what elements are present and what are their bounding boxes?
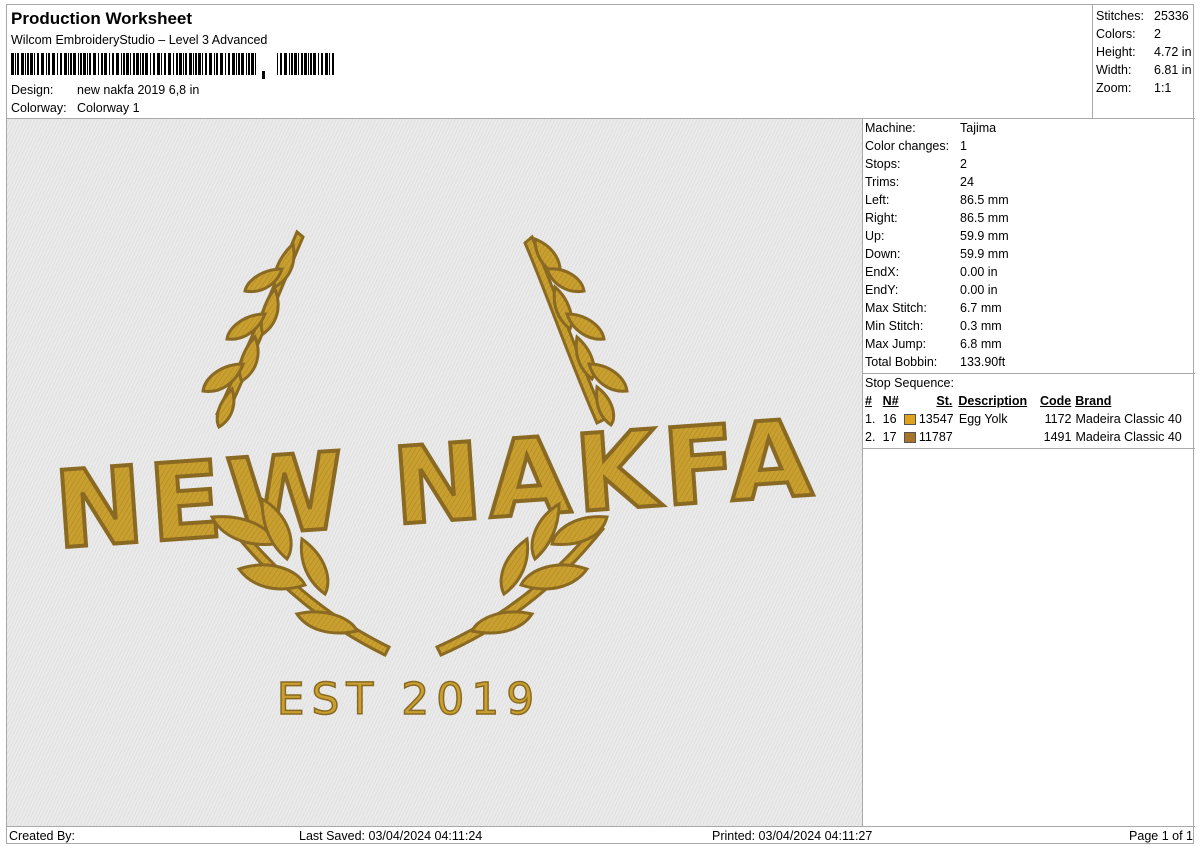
laurel-upper-right <box>523 234 629 428</box>
info-label: Color changes: <box>865 139 950 153</box>
info-label: Max Jump: <box>865 337 927 351</box>
stat-width: Width: 6.81 in <box>1096 63 1192 77</box>
info-value: 24 <box>960 175 974 189</box>
embroidery-design: NEW NAKFA EST 2019 <box>49 229 824 726</box>
stop-row: 2. 17 11787 1491 Madeira Classic 40 <box>865 430 1182 444</box>
sub-text: EST 2019 <box>277 674 542 725</box>
info-value: 1 <box>960 139 967 153</box>
last-saved: Last Saved: 03/04/2024 04:11:24 <box>299 829 483 843</box>
info-row: Trims: 24 <box>863 173 1195 191</box>
info-row: Max Stitch: 6.7 mm <box>863 299 1195 317</box>
info-value: 0.00 in <box>960 283 998 297</box>
info-value: 6.7 mm <box>960 301 1002 315</box>
info-label: Down: <box>865 247 901 261</box>
info-row: EndY: 0.00 in <box>863 281 1195 299</box>
laurel-upper-left <box>201 229 305 430</box>
info-row: Max Jump: 6.8 mm <box>863 335 1195 353</box>
stop-sequence-divider <box>863 448 1195 449</box>
info-row: Total Bobbin: 133.90ft <box>863 353 1195 371</box>
info-value: 6.8 mm <box>960 337 1002 351</box>
info-row: EndX: 0.00 in <box>863 263 1195 281</box>
info-label: Machine: <box>865 121 916 135</box>
stats-panel: Stitches: 25336 Colors: 2 Height: 4.72 in W… <box>1092 5 1195 119</box>
stop-sequence-header: # N# St. Description Code Brand <box>865 394 1112 408</box>
stop-sequence-label: Stop Sequence: <box>865 376 954 390</box>
stat-stitches: Stitches: 25336 <box>1096 9 1189 23</box>
info-value: Tajima <box>960 121 997 135</box>
color-swatch <box>904 413 917 425</box>
info-value: 59.9 mm <box>960 247 1009 261</box>
info-value: 133.90ft <box>960 355 1006 369</box>
info-row: Color changes: 1 <box>863 137 1195 155</box>
info-row: Up: 59.9 mm <box>863 227 1195 245</box>
info-value: 2 <box>960 157 967 171</box>
info-label: EndX: <box>865 265 900 279</box>
info-label: EndY: <box>865 283 899 297</box>
stat-height: Height: 4.72 in <box>1096 45 1192 59</box>
info-label: Min Stitch: <box>865 319 924 333</box>
colorway-row: Colorway: Colorway 1 <box>11 101 140 115</box>
info-row: Stops: 2 <box>863 155 1195 173</box>
design-preview: NEW NAKFA EST 2019 <box>7 119 863 826</box>
info-value: 59.9 mm <box>960 229 1009 243</box>
worksheet-footer: Created By: Last Saved: 03/04/2024 04:11… <box>7 826 1195 845</box>
colorway-value: Colorway 1 <box>77 101 140 115</box>
info-row: Machine: Tajima <box>863 119 1195 137</box>
stat-zoom: Zoom: 1:1 <box>1096 81 1172 95</box>
design-label: Design: <box>11 83 54 97</box>
software-name: Wilcom EmbroideryStudio – Level 3 Advanc… <box>11 33 268 47</box>
info-label: Stops: <box>865 157 901 171</box>
stat-colors: Colors: 2 <box>1096 27 1161 41</box>
info-label: Max Stitch: <box>865 301 927 315</box>
stop-sequence: Stop Sequence: # N# St. Description Code… <box>863 373 1195 446</box>
main-text: NEW NAKFA <box>51 396 822 572</box>
info-row: Left: 86.5 mm <box>863 191 1195 209</box>
info-value: 0.3 mm <box>960 319 1002 333</box>
info-label: Right: <box>865 211 898 225</box>
design-value: new nakfa 2019 6,8 in <box>77 83 200 97</box>
design-row: Design: new nakfa 2019 6,8 in <box>11 83 199 97</box>
info-label: Left: <box>865 193 890 207</box>
stop-row: 1. 16 13547 Egg Yolk 1172 Madeira Classic 40 <box>865 412 1182 426</box>
color-swatch <box>904 431 917 443</box>
colorway-label: Colorway: <box>11 101 67 115</box>
machine-info-panel: Machine: Tajima Color changes: 1 Stops: 2 Trim… <box>863 119 1195 826</box>
barcode <box>11 53 334 79</box>
info-value: 0.00 in <box>960 265 998 279</box>
info-label: Trims: <box>865 175 900 189</box>
worksheet-frame: Production Worksheet Wilcom EmbroiderySt… <box>6 4 1195 845</box>
created-by: Created By: <box>9 829 76 843</box>
page-title: Production Worksheet <box>11 9 193 28</box>
info-label: Up: <box>865 229 885 243</box>
page-number: Page 1 of 1 <box>1129 829 1193 843</box>
info-row: Min Stitch: 0.3 mm <box>863 317 1195 335</box>
printed-date: Printed: 03/04/2024 04:11:27 <box>712 829 873 843</box>
info-value: 86.5 mm <box>960 193 1009 207</box>
info-value: 86.5 mm <box>960 211 1009 225</box>
info-label: Total Bobbin: <box>865 355 938 369</box>
worksheet-header: Production Worksheet Wilcom EmbroiderySt… <box>7 5 1092 119</box>
info-row: Down: 59.9 mm <box>863 245 1195 263</box>
info-row: Right: 86.5 mm <box>863 209 1195 227</box>
